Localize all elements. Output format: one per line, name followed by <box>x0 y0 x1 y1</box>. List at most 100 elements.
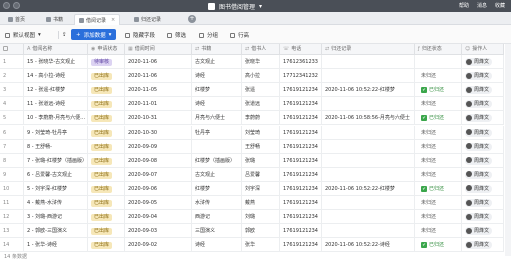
status-cell[interactable]: 已出库 <box>88 167 125 182</box>
forward-icon[interactable] <box>13 2 20 9</box>
table-row[interactable]: 1 15 - 张晓华-古文观止 待审核 2020-11-06 古文观止 张晓华 176123… <box>0 55 504 69</box>
book-cell[interactable]: 红楼梦（插画版） <box>192 153 242 168</box>
time-cell[interactable]: 2020-10-31 <box>125 111 192 126</box>
name-cell[interactable]: 6 - 吕爱馨-古文观止 <box>24 167 88 182</box>
view-selector[interactable]: 默认视图 ▾ <box>5 30 41 40</box>
status-cell[interactable]: 已出库 <box>88 210 125 225</box>
column-header[interactable]: ƒ 归还状态 <box>415 44 462 55</box>
message-link[interactable]: 消息 <box>477 2 487 9</box>
name-cell[interactable]: 11 - 张道远-诗经 <box>24 97 88 112</box>
ret-cell[interactable] <box>322 125 415 140</box>
time-cell[interactable]: 2020-09-09 <box>125 139 192 154</box>
return-status-cell[interactable]: 未归还 <box>415 167 462 182</box>
name-cell[interactable]: 3 - 刘璐-西游记 <box>24 210 88 225</box>
vertical-scrollbar[interactable] <box>505 44 511 256</box>
table-row[interactable]: 10 5 - 刘宇深-红楼梦 已出库 2020-09-06 红楼梦 刘宇深 17619121… <box>0 181 504 196</box>
table-row[interactable]: 96 - 吕爱馨-古文观止 已出库 2020-09-07 古文观止 吕爱馨 1761912… <box>0 167 504 182</box>
time-cell[interactable]: 2020-11-06 <box>125 69 192 84</box>
tab-books[interactable]: 书籍 <box>42 14 67 25</box>
ret-cell[interactable] <box>322 69 415 84</box>
book-cell[interactable]: 水浒传 <box>192 196 242 210</box>
phone-cell[interactable]: 17712341232 <box>280 69 322 84</box>
operator-cell[interactable]: 周烽文 <box>462 196 504 210</box>
column-header[interactable]: ◉ 申请状态 <box>88 44 125 55</box>
book-cell[interactable]: 三国演义 <box>192 224 242 239</box>
phone-cell[interactable]: 17619121234 <box>280 139 322 154</box>
return-status-cell[interactable]: 已归还 <box>415 111 462 126</box>
status-cell[interactable]: 已出库 <box>88 69 125 84</box>
phone-cell[interactable]: 17619121234 <box>280 125 322 140</box>
column-header[interactable]: ⇄ 借书人 <box>242 44 280 55</box>
help-link[interactable]: 帮助 <box>459 2 469 9</box>
time-cell[interactable]: 2020-09-05 <box>125 196 192 210</box>
return-status-cell[interactable]: 未归还 <box>415 224 462 239</box>
hide-fields-button[interactable]: 隐藏字段 <box>125 30 155 40</box>
book-cell[interactable]: 古文观止 <box>192 55 242 69</box>
column-header[interactable]: A 借阅名称 <box>24 44 88 55</box>
select-all-cell[interactable] <box>0 44 24 55</box>
back-icon[interactable] <box>3 2 10 9</box>
operator-cell[interactable]: 周烽文 <box>462 69 504 84</box>
add-tab-button[interactable]: + <box>188 15 196 23</box>
phone-cell[interactable]: 17619121234 <box>280 83 322 98</box>
book-cell[interactable]: 牡丹亭 <box>192 125 242 140</box>
status-cell[interactable]: 已出库 <box>88 238 125 253</box>
person-cell[interactable]: 张遥 <box>242 83 280 98</box>
time-cell[interactable]: 2020-09-04 <box>125 210 192 225</box>
book-cell[interactable]: 诗经 <box>192 238 242 253</box>
status-cell[interactable]: 待审核 <box>88 55 125 69</box>
status-cell[interactable]: 已出库 <box>88 83 125 98</box>
ret-cell[interactable]: 2020-11-06 10:58:56-月亮与六便士 <box>322 111 415 126</box>
return-status-cell[interactable]: 未归还 <box>415 69 462 84</box>
time-cell[interactable]: 2020-09-02 <box>125 238 192 253</box>
name-cell[interactable]: 4 - 戴燕-水浒传 <box>24 196 88 210</box>
name-cell[interactable]: 1 - 张华-诗经 <box>24 238 88 253</box>
import-button[interactable]: ⇪ <box>62 30 67 40</box>
ret-cell[interactable] <box>322 167 415 182</box>
person-cell[interactable]: 刘璐 <box>242 210 280 225</box>
person-cell[interactable]: 张晓华 <box>242 55 280 69</box>
ret-cell[interactable] <box>322 224 415 239</box>
name-cell[interactable]: 8 - 王舒畅- <box>24 139 88 154</box>
table-row[interactable]: 87 - 张璐-红楼梦（插画版） 已出库 2020-09-08 红楼梦（插画版） 张璐 1… <box>0 153 504 168</box>
operator-cell[interactable]: 周烽文 <box>462 224 504 239</box>
tab-borrow-records[interactable]: 借阅记录 × <box>74 14 121 25</box>
ret-cell[interactable] <box>322 210 415 225</box>
name-cell[interactable]: 15 - 张晓华-古文观止 <box>24 55 88 69</box>
column-header[interactable]: ☏ 电话 <box>280 44 322 55</box>
return-status-cell[interactable] <box>415 55 462 69</box>
phone-cell[interactable]: 17619121234 <box>280 238 322 253</box>
book-cell[interactable]: 诗经 <box>192 97 242 112</box>
close-icon[interactable]: × <box>111 17 115 23</box>
name-cell[interactable]: 9 - 刘莹琦-牡丹亭 <box>24 125 88 140</box>
operator-cell[interactable]: 周烽文 <box>462 139 504 154</box>
row-height-button[interactable]: 行高 <box>230 30 249 40</box>
person-cell[interactable]: 吕爱馨 <box>242 167 280 182</box>
table-row[interactable]: 14 1 - 张华-诗经 已出库 2020-09-02 诗经 张华 17619121234 2… <box>0 238 504 253</box>
book-cell[interactable]: 月亮与六便士 <box>192 111 242 126</box>
group-button[interactable]: 分组 <box>199 30 218 40</box>
status-cell[interactable]: 已出库 <box>88 125 125 140</box>
status-cell[interactable]: 已出库 <box>88 224 125 239</box>
name-cell[interactable]: 2 - 郭欧-三国演义 <box>24 224 88 239</box>
table-row[interactable]: 78 - 王舒畅- 已出库 2020-09-09 王舒畅 17619121234 未归还 周… <box>0 139 504 154</box>
book-cell[interactable]: 诗经 <box>192 69 242 84</box>
status-cell[interactable]: 已出库 <box>88 111 125 126</box>
operator-cell[interactable]: 周烽文 <box>462 181 504 196</box>
phone-cell[interactable]: 17619121234 <box>280 111 322 126</box>
phone-cell[interactable]: 17612361233 <box>280 55 322 69</box>
status-cell[interactable]: 已出库 <box>88 153 125 168</box>
table-row[interactable]: 4 11 - 张道远-诗经 已出库 2020-11-01 诗经 张道远 1761912123… <box>0 97 504 112</box>
ret-cell[interactable] <box>322 153 415 168</box>
ret-cell[interactable]: 2020-11-06 10:52:22-红楼梦 <box>322 181 415 196</box>
table-row[interactable]: 12 3 - 刘璐-西游记 已出库 2020-09-04 西游记 刘璐 1761912123… <box>0 210 504 225</box>
time-cell[interactable]: 2020-09-07 <box>125 167 192 182</box>
chevron-down-icon[interactable]: ▾ <box>259 3 262 10</box>
book-cell[interactable]: 古文观止 <box>192 167 242 182</box>
name-cell[interactable]: 14 - 高小拉-诗经 <box>24 69 88 84</box>
time-cell[interactable]: 2020-09-03 <box>125 224 192 239</box>
name-cell[interactable]: 10 - 李蔚蔚-月亮与六便… <box>24 111 88 126</box>
ret-cell[interactable] <box>322 196 415 210</box>
person-cell[interactable]: 刘宇深 <box>242 181 280 196</box>
ret-cell[interactable] <box>322 55 415 69</box>
